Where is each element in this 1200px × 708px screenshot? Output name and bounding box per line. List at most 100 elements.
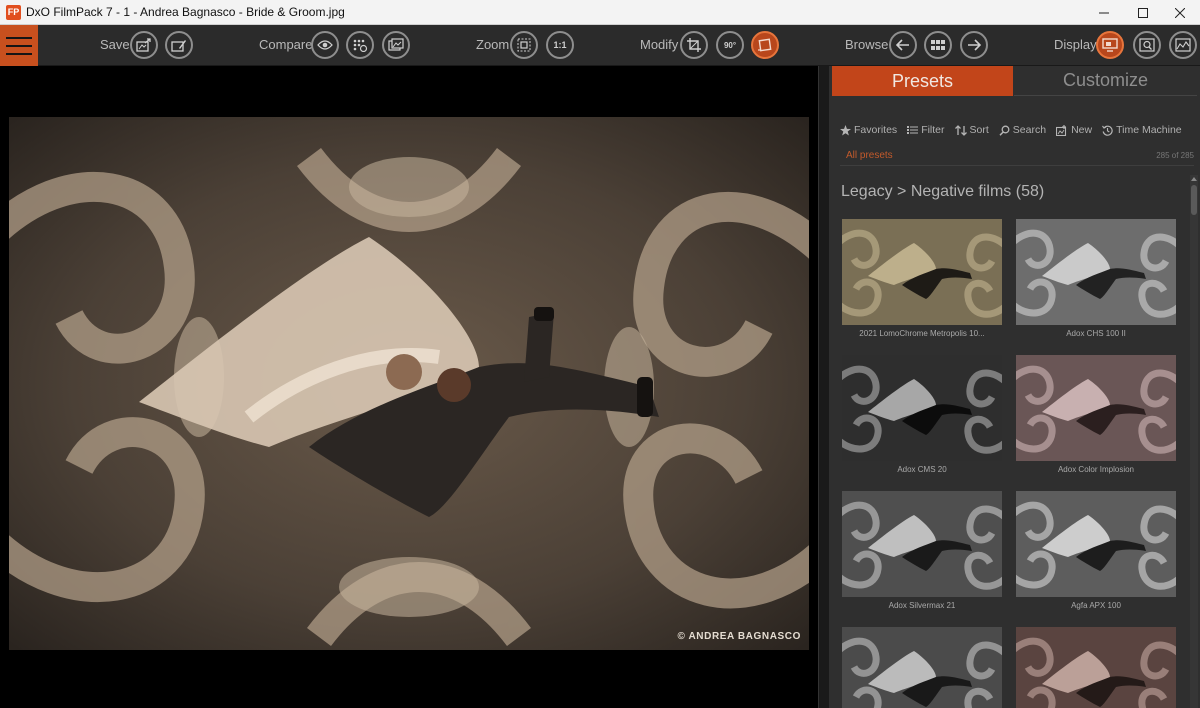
preset-thumbnail[interactable]	[1016, 627, 1176, 708]
straighten-icon	[758, 38, 772, 52]
photo-copyright: © ANDREA BAGNASCO	[677, 631, 801, 642]
app-window: FP DxO FilmPack 7 - 1 - Andrea Bagnasco …	[0, 0, 1200, 708]
loupe-button[interactable]	[1133, 31, 1161, 59]
window-title: DxO FilmPack 7 - 1 - Andrea Bagnasco - B…	[26, 5, 345, 19]
display-label: Display	[1054, 37, 1097, 52]
close-button[interactable]	[1160, 0, 1200, 25]
preset-preview-image	[842, 355, 1002, 461]
export-image-button[interactable]	[130, 31, 158, 59]
minimize-icon	[1099, 12, 1109, 13]
scroll-thumb[interactable]	[1191, 185, 1197, 215]
previous-image-button[interactable]	[889, 31, 917, 59]
preset-name: Adox Silvermax 21	[888, 601, 956, 610]
history-icon	[1102, 125, 1113, 136]
preset-thumbnail[interactable]	[842, 219, 1002, 325]
image-stack-icon	[388, 38, 404, 51]
maximize-button[interactable]	[1123, 0, 1163, 25]
dots-grid-icon	[353, 39, 368, 52]
main-photo[interactable]: © ANDREA BAGNASCO	[9, 117, 809, 650]
list-icon	[907, 126, 919, 134]
crop-button[interactable]	[680, 31, 708, 59]
scroll-up-icon[interactable]	[1190, 175, 1198, 183]
sort-icon	[954, 124, 967, 136]
filter-label: Filter	[921, 124, 945, 136]
preset-name: 2021 LomoChrome Metropolis 10...	[859, 329, 985, 338]
preset-preview-image	[842, 491, 1002, 597]
image-viewer[interactable]: © ANDREA BAGNASCO	[0, 66, 818, 708]
photo-image	[9, 117, 809, 650]
compare-grid-button[interactable]	[346, 31, 374, 59]
preset-thumbnail[interactable]	[1016, 491, 1176, 597]
new-preset-icon	[1056, 124, 1067, 136]
rotate-90-label: 90°	[723, 40, 737, 50]
preset-thumbnail[interactable]	[842, 627, 1002, 708]
presets-panel: Presets Customize Favorites Filter Sort …	[829, 66, 1200, 708]
export-image-icon	[136, 38, 151, 52]
next-image-button[interactable]	[960, 31, 988, 59]
filter-button[interactable]: Filter	[907, 124, 945, 136]
favorites-button[interactable]: Favorites	[840, 124, 897, 136]
active-filter-bar[interactable]: All presets 285 of 285	[840, 144, 1194, 166]
preset-thumbnail[interactable]	[1016, 355, 1176, 461]
preset-name: Adox CMS 20	[897, 465, 947, 474]
export-to-app-button[interactable]	[165, 31, 193, 59]
preset-preview-image	[1016, 219, 1176, 325]
browse-label: Browse	[845, 37, 889, 52]
grid-icon	[931, 40, 945, 50]
sort-button[interactable]: Sort	[954, 124, 989, 136]
new-preset-button[interactable]: New	[1056, 124, 1092, 136]
modify-label: Modify	[640, 37, 679, 52]
sort-label: Sort	[969, 124, 989, 136]
tab-presets[interactable]: Presets	[832, 66, 1013, 96]
title-bar: FP DxO FilmPack 7 - 1 - Andrea Bagnasco …	[0, 0, 1200, 25]
preset-count: 285 of 285	[1156, 151, 1194, 160]
zoom-label: Zoom	[476, 37, 510, 52]
favorites-label: Favorites	[854, 124, 898, 136]
loupe-icon	[1139, 38, 1155, 52]
straighten-button[interactable]	[751, 31, 779, 59]
app-logo-icon: FP	[6, 5, 21, 20]
display-mode-button[interactable]	[1096, 31, 1124, 59]
histogram-button[interactable]	[1169, 31, 1197, 59]
main-menu-button[interactable]	[0, 25, 38, 66]
search-label: Search	[1012, 124, 1047, 136]
compare-label: Compare	[259, 37, 313, 52]
star-icon	[840, 124, 851, 136]
preset-thumbnail[interactable]	[842, 355, 1002, 461]
save-label: Save	[100, 37, 130, 52]
arrow-left-icon	[896, 39, 909, 51]
time-machine-button[interactable]: Time Machine	[1102, 124, 1182, 136]
zoom-fit-button[interactable]	[510, 31, 538, 59]
compare-before-after-button[interactable]	[311, 31, 339, 59]
tab-customize[interactable]: Customize	[1014, 66, 1197, 96]
hamburger-icon	[6, 36, 32, 39]
preset-preview-image	[1016, 491, 1176, 597]
arrow-right-icon	[968, 39, 981, 51]
magnifier-icon	[999, 125, 1010, 136]
preset-name: Adox CHS 100 II	[1066, 329, 1126, 338]
main-toolbar: Save Compare Zoom 1:1 Modify 90° Browse …	[0, 25, 1200, 66]
browser-grid-button[interactable]	[924, 31, 952, 59]
monitor-icon	[1102, 38, 1118, 52]
preset-thumbnail[interactable]	[842, 491, 1002, 597]
fit-screen-icon	[517, 38, 531, 52]
zoom-100-button[interactable]: 1:1	[546, 31, 574, 59]
preset-preview-image	[842, 627, 1002, 708]
preset-name: Agfa APX 100	[1071, 601, 1121, 610]
maximize-icon	[1138, 7, 1148, 18]
crop-icon	[687, 38, 701, 52]
preset-toolbar: Favorites Filter Sort Search New Time Ma…	[840, 122, 1182, 138]
preset-name: Adox Color Implosion	[1057, 465, 1135, 474]
preset-preview-image	[842, 219, 1002, 325]
close-icon	[1175, 7, 1185, 18]
minimize-button[interactable]	[1084, 0, 1124, 25]
rotate-button[interactable]: 90°	[716, 31, 744, 59]
new-label: New	[1071, 124, 1093, 136]
preset-thumbnail[interactable]	[1016, 219, 1176, 325]
preset-preview-image	[1016, 355, 1176, 461]
panel-splitter[interactable]	[818, 66, 829, 708]
preset-scrollbar[interactable]	[1190, 175, 1198, 708]
compare-side-by-side-button[interactable]	[382, 31, 410, 59]
search-button[interactable]: Search	[999, 124, 1046, 136]
export-edit-icon	[171, 40, 186, 52]
